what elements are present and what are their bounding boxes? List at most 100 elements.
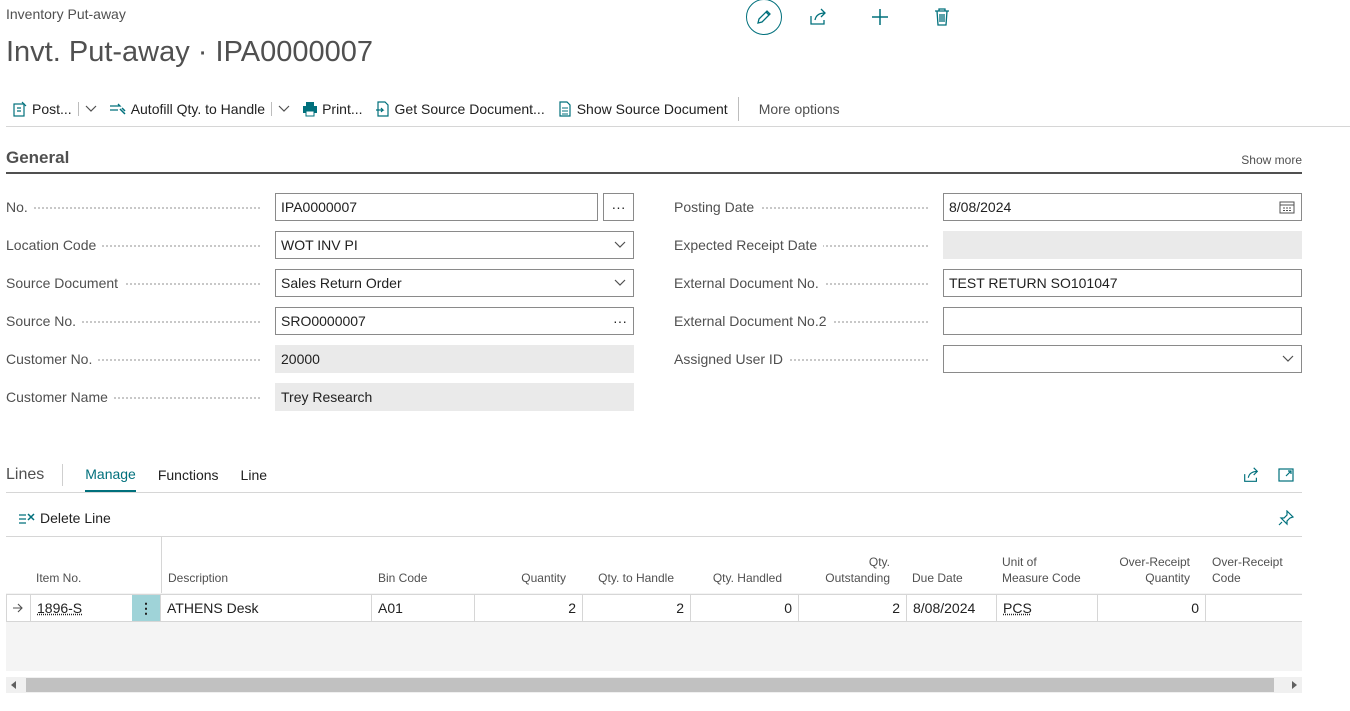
show-source-label: Show Source Document — [576, 101, 728, 117]
posting-date-label: Posting Date — [674, 199, 761, 215]
new-button[interactable] — [868, 5, 892, 29]
col-qty-outstanding[interactable]: Qty. Outstanding — [806, 554, 890, 586]
share-button[interactable] — [806, 5, 830, 29]
breadcrumb[interactable]: Inventory Put-away — [6, 6, 126, 22]
cell-bin-code[interactable]: A01 — [372, 595, 475, 621]
no-input[interactable]: IPA0000007 — [275, 193, 598, 221]
no-assist-button[interactable]: ··· — [603, 193, 634, 221]
cell-unit-of-measure[interactable]: PCS — [997, 595, 1098, 621]
col-uom-line2: Measure Code — [1002, 571, 1081, 585]
show-more-link[interactable]: Show more — [1241, 153, 1302, 167]
expected-receipt-value — [943, 231, 1302, 259]
share-icon — [810, 8, 826, 25]
print-button[interactable]: Print... — [296, 92, 368, 126]
expected-receipt-field-row: Expected Receipt Date — [674, 231, 936, 259]
table-row[interactable]: 1896-S ⋮ ATHENS Desk A01 2 2 0 2 8/08/20… — [6, 594, 1302, 622]
col-qty-outstanding-line1: Qty. — [868, 555, 890, 569]
lines-action-bar: Delete Line — [6, 500, 1302, 537]
tab-manage[interactable]: Manage — [85, 458, 136, 492]
autofill-qty-button[interactable]: Autofill Qty. to Handle — [103, 92, 271, 126]
cell-description[interactable]: ATHENS Desk — [161, 595, 372, 621]
delete-button[interactable] — [930, 5, 954, 29]
cell-over-receipt-quantity[interactable]: 0 — [1098, 595, 1206, 621]
source-no-label: Source No. — [6, 313, 83, 329]
external-document-no-input[interactable]: TEST RETURN SO101047 — [943, 269, 1302, 297]
autofill-dropdown-button[interactable] — [272, 92, 296, 126]
col-over-receipt-quantity[interactable]: Over-Receipt Quantity — [1106, 554, 1190, 586]
general-title[interactable]: General — [6, 148, 69, 168]
col-quantity[interactable]: Quantity — [482, 570, 566, 586]
col-uom-line1: Unit of — [1002, 555, 1037, 569]
more-options-button[interactable]: More options — [743, 92, 846, 126]
lines-title[interactable]: Lines — [6, 464, 64, 486]
ellipsis-icon: ··· — [611, 199, 626, 215]
pin-icon[interactable] — [1278, 510, 1294, 526]
col-description[interactable]: Description — [168, 570, 228, 586]
horizontal-scrollbar[interactable] — [6, 677, 1302, 693]
location-label: Location Code — [6, 237, 103, 253]
vertical-ellipsis-icon: ⋮ — [139, 599, 153, 616]
chevron-down-icon — [278, 105, 290, 112]
cell-qty-to-handle[interactable]: 2 — [583, 595, 691, 621]
assigned-user-label: Assigned User ID — [674, 351, 789, 367]
row-arrow-icon — [6, 595, 31, 621]
col-qty-to-handle[interactable]: Qty. to Handle — [590, 570, 674, 586]
uom-value: PCS — [1003, 600, 1032, 616]
cell-due-date[interactable]: 8/08/2024 — [907, 595, 997, 621]
col-over-receipt-code[interactable]: Over-Receipt Code — [1212, 554, 1283, 586]
row-menu-button[interactable]: ⋮ — [132, 595, 161, 621]
col-over-qty-line2: Quantity — [1145, 571, 1190, 585]
col-bin-code[interactable]: Bin Code — [378, 570, 427, 586]
autofill-icon — [109, 103, 126, 115]
scrollbar-thumb[interactable] — [26, 678, 1274, 692]
delete-line-button[interactable]: Delete Line — [6, 501, 117, 535]
no-field-row: No. — [6, 193, 268, 221]
cell-over-receipt-code[interactable] — [1206, 595, 1302, 621]
posting-date-input[interactable]: 8/08/2024 — [943, 193, 1302, 221]
cell-quantity[interactable]: 2 — [475, 595, 583, 621]
external-document-no2-input[interactable] — [943, 307, 1302, 335]
customer-no-field-row: Customer No. — [6, 345, 268, 373]
post-button[interactable]: Post... — [6, 92, 78, 126]
col-due-date[interactable]: Due Date — [912, 570, 963, 586]
lines-header: Lines Manage Functions Line — [6, 458, 1302, 493]
source-document-label: Source Document — [6, 275, 125, 291]
col-unit-of-measure[interactable]: Unit of Measure Code — [1002, 554, 1081, 586]
no-label: No. — [6, 199, 34, 215]
expand-icon[interactable] — [1278, 467, 1294, 483]
cell-qty-outstanding[interactable]: 2 — [799, 595, 907, 621]
calendar-icon[interactable] — [1279, 200, 1295, 214]
edit-button[interactable] — [746, 0, 782, 35]
plus-icon — [872, 9, 888, 25]
chevron-down-icon — [1282, 355, 1294, 362]
show-source-document-button[interactable]: Show Source Document — [551, 92, 734, 126]
scroll-right-icon[interactable] — [1291, 681, 1297, 689]
location-code-select[interactable]: WOT INV PI — [275, 231, 634, 259]
source-document-value: Sales Return Order — [281, 275, 402, 291]
col-item-no[interactable]: Item No. — [36, 570, 81, 586]
tab-functions[interactable]: Functions — [158, 458, 219, 492]
chevron-down-icon — [614, 279, 626, 286]
source-no-input[interactable]: SRO0000007 ··· — [275, 307, 634, 335]
posting-date-field-row: Posting Date — [674, 193, 936, 221]
assigned-user-field-row: Assigned User ID — [674, 345, 936, 373]
cell-item-no[interactable]: 1896-S — [31, 595, 132, 621]
post-dropdown-button[interactable] — [79, 92, 103, 126]
page-title: Invt. Put-away · IPA0000007 — [6, 36, 374, 68]
autofill-label: Autofill Qty. to Handle — [130, 101, 266, 117]
scroll-left-icon[interactable] — [11, 681, 17, 689]
share-icon[interactable] — [1242, 466, 1260, 484]
tab-line[interactable]: Line — [241, 458, 267, 492]
post-icon — [13, 101, 27, 117]
assigned-user-select[interactable] — [943, 345, 1302, 373]
ext-doc2-label: External Document No.2 — [674, 313, 833, 329]
get-source-document-button[interactable]: Get Source Document... — [369, 92, 551, 126]
col-qty-handled[interactable]: Qty. Handled — [698, 570, 782, 586]
source-document-field-row: Source Document — [6, 269, 268, 297]
location-field-row: Location Code — [6, 231, 268, 259]
ellipsis-icon[interactable]: ··· — [613, 313, 627, 329]
source-document-select[interactable]: Sales Return Order — [275, 269, 634, 297]
delete-line-icon — [19, 513, 35, 524]
cell-qty-handled[interactable]: 0 — [691, 595, 799, 621]
pencil-icon — [757, 10, 771, 24]
